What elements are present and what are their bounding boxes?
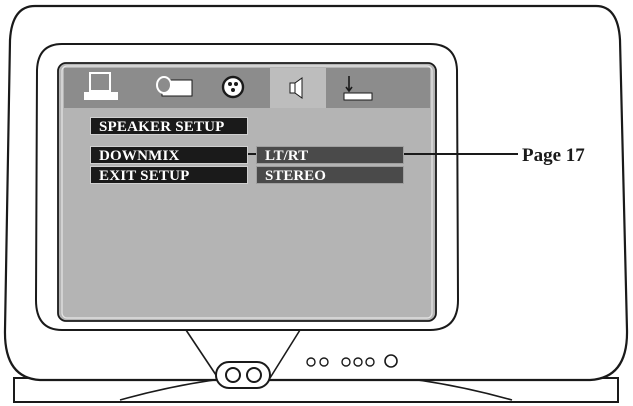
tv-illustration bbox=[3, 4, 629, 403]
speaker-icon bbox=[289, 77, 303, 99]
control-dot bbox=[353, 357, 363, 367]
power-button-left bbox=[225, 367, 241, 383]
tv-base bbox=[13, 377, 619, 403]
control-dot bbox=[365, 357, 375, 367]
tab-general-setup[interactable] bbox=[78, 68, 134, 108]
preference-icon bbox=[343, 76, 373, 101]
tab-dolby-digital[interactable] bbox=[208, 68, 264, 108]
control-dot-large bbox=[384, 354, 398, 368]
tab-preference[interactable] bbox=[336, 68, 392, 108]
video-setup-icon bbox=[156, 76, 193, 97]
menu-title: SPEAKER SETUP bbox=[90, 117, 248, 135]
menu-value-stereo[interactable]: STEREO bbox=[256, 166, 404, 184]
tab-speaker-setup[interactable] bbox=[270, 68, 326, 108]
general-setup-icon bbox=[84, 72, 118, 100]
control-dot bbox=[319, 357, 329, 367]
menu-item-exit-setup[interactable]: EXIT SETUP bbox=[90, 166, 248, 184]
page-reference-callout: Page 17 bbox=[522, 145, 585, 166]
power-button-right bbox=[246, 367, 262, 383]
tab-video-setup[interactable] bbox=[148, 68, 204, 108]
menu-item-downmix[interactable]: DOWNMIX bbox=[90, 146, 248, 164]
control-dot bbox=[306, 357, 316, 367]
setup-tab-bar bbox=[64, 68, 430, 108]
dolby-digital-icon bbox=[221, 75, 245, 99]
menu-value-downmix[interactable]: LT/RT bbox=[256, 146, 404, 164]
control-dot bbox=[341, 357, 351, 367]
